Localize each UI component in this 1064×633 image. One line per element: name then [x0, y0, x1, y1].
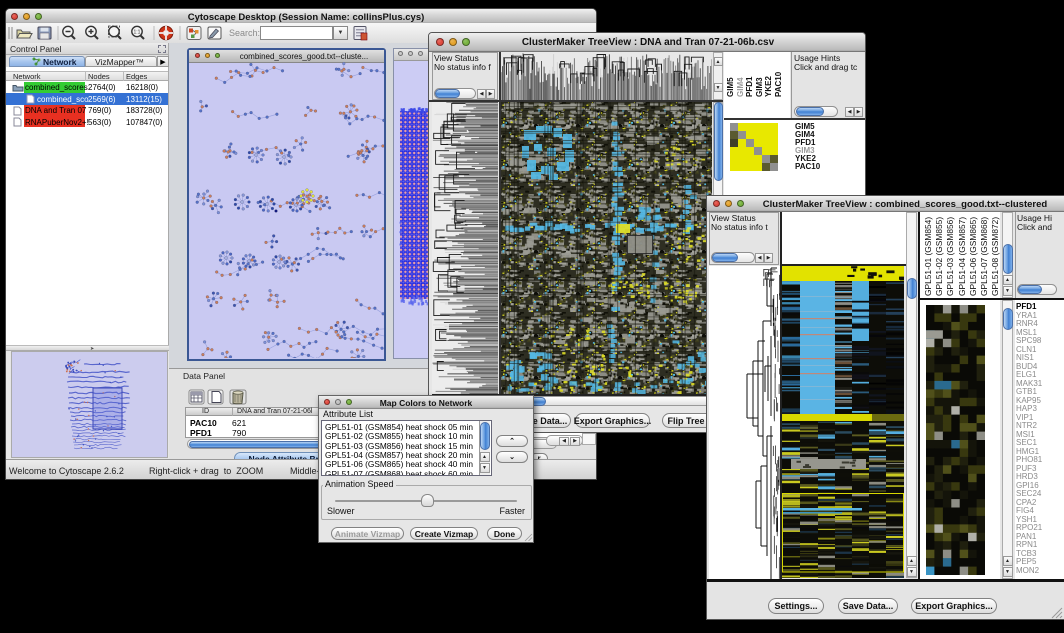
svg-text:1:1: 1:1 — [134, 30, 141, 36]
